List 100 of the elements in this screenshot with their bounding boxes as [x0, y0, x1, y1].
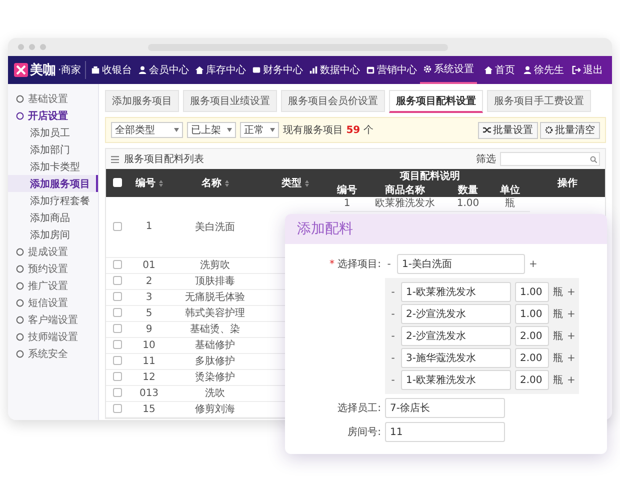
- nav-tab[interactable]: 营销中心: [363, 56, 420, 84]
- table-cell: 1.00: [446, 197, 490, 212]
- tab[interactable]: 添加服务项目: [105, 90, 179, 112]
- tab[interactable]: 服务项目手工费设置: [487, 90, 591, 112]
- add-button[interactable]: +: [567, 352, 575, 364]
- sidebar-item[interactable]: 短信设置: [8, 294, 98, 311]
- nav-tab[interactable]: 数据中心: [306, 56, 364, 84]
- ingredient-field[interactable]: 1-欧莱雅洗发水: [401, 282, 511, 302]
- add-button[interactable]: +: [567, 286, 575, 298]
- table-cell: 9: [146, 324, 152, 334]
- nav-tab[interactable]: 会员中心: [135, 56, 192, 84]
- batch-button[interactable]: 批量清空: [540, 122, 600, 138]
- tab[interactable]: 服务项目业绩设置: [183, 90, 277, 112]
- sidebar-subitem[interactable]: 添加部门: [8, 141, 98, 158]
- add-button[interactable]: +: [567, 308, 575, 320]
- table-cell: 烫染修护: [195, 372, 235, 383]
- quantity-field[interactable]: 2.00: [515, 326, 549, 346]
- add-button[interactable]: +: [567, 374, 575, 386]
- quantity-field[interactable]: 2.00: [515, 348, 549, 368]
- nav-link[interactable]: 退出: [569, 56, 606, 84]
- column-header[interactable]: 名称: [170, 169, 260, 197]
- table-cell: 顶肤排毒: [195, 276, 235, 287]
- sidebar-item[interactable]: 技师端设置: [8, 328, 98, 345]
- ingredient-field[interactable]: 3-施华蔻洗发水: [401, 348, 511, 368]
- remove-button[interactable]: -: [389, 330, 397, 342]
- dropdown[interactable]: 全部类型: [111, 122, 183, 138]
- column-header[interactable]: 编号: [128, 169, 170, 197]
- sidebar-subitem[interactable]: 添加服务项目: [8, 175, 98, 192]
- sidebar-subitem[interactable]: 添加疗程套餐: [8, 192, 98, 209]
- nav-link[interactable]: 徐先生: [520, 56, 567, 84]
- sidebar-subitem[interactable]: 添加商品: [8, 209, 98, 226]
- unit-label: 瓶: [553, 352, 563, 365]
- sidebar-item[interactable]: 基础设置: [8, 90, 98, 107]
- table-cell: 瓶: [490, 197, 530, 212]
- column-header: 商品名称: [364, 183, 446, 197]
- ingredient-field[interactable]: 2-沙宣洗发水: [401, 326, 511, 346]
- sidebar-subitem[interactable]: 添加卡类型: [8, 158, 98, 175]
- sidebar-item[interactable]: 系统安全: [8, 345, 98, 362]
- table-cell: 基础修护: [195, 340, 235, 351]
- column-group-header: 项目配料说明: [330, 169, 530, 183]
- remove-button[interactable]: -: [389, 374, 397, 386]
- input-field[interactable]: 11: [385, 422, 505, 442]
- sidebar-item[interactable]: 预约设置: [8, 260, 98, 277]
- column-header: 操作: [530, 169, 605, 197]
- table-cell: 3: [146, 292, 152, 302]
- table-cell: 洗吹: [205, 388, 225, 399]
- search-label: 筛选: [476, 152, 496, 166]
- input-field[interactable]: 7-徐店长: [385, 398, 505, 418]
- quantity-field[interactable]: 1.00: [515, 282, 549, 302]
- sidebar-item[interactable]: 客户端设置: [8, 311, 98, 328]
- remove-button[interactable]: -: [389, 308, 397, 320]
- table-cell: 15: [142, 404, 156, 414]
- table-cell: 多肽修护: [195, 356, 235, 367]
- field-label: 选择员工:: [338, 403, 381, 414]
- unit-label: 瓶: [553, 330, 563, 343]
- table-cell: 11: [142, 356, 156, 366]
- table-cell: 01: [142, 260, 156, 270]
- field-label: 选择项目:: [338, 259, 381, 270]
- table-cell: 无痛脱毛体验: [185, 292, 245, 303]
- dropdown[interactable]: 已上架: [187, 122, 236, 138]
- table-cell: 12: [142, 372, 156, 382]
- nav-tab[interactable]: 收银台: [88, 56, 136, 84]
- logo-subtitle: ·商家: [58, 64, 82, 77]
- quantity-field[interactable]: 1.00: [515, 304, 549, 324]
- remove-button[interactable]: -: [385, 258, 393, 270]
- sidebar-subitem[interactable]: 添加员工: [8, 124, 98, 141]
- ingredient-field[interactable]: 2-沙宣洗发水: [401, 304, 511, 324]
- logo-text: 美咖: [30, 62, 56, 79]
- table-cell: 美白洗面: [195, 222, 235, 233]
- column-header: 数量: [446, 183, 490, 197]
- add-button[interactable]: +: [567, 330, 575, 342]
- ingredient-field[interactable]: 1-欧莱雅洗发水: [401, 370, 511, 390]
- sidebar-item[interactable]: 提成设置: [8, 243, 98, 260]
- table-cell: 1: [146, 221, 152, 232]
- nav-tab[interactable]: 库存中心: [192, 56, 250, 84]
- project-field[interactable]: 1-美白洗面: [397, 254, 525, 274]
- tab[interactable]: 服务项目会员价设置: [281, 90, 385, 112]
- column-header[interactable]: 类型: [260, 169, 330, 197]
- batch-button[interactable]: 批量设置: [478, 122, 538, 138]
- unit-label: 瓶: [553, 308, 563, 321]
- table-cell: 2: [146, 276, 152, 286]
- table-cell: 修剪刘海: [195, 404, 235, 415]
- nav-link[interactable]: 首页: [481, 56, 518, 84]
- sidebar-subitem[interactable]: 添加房间: [8, 226, 98, 243]
- remove-button[interactable]: -: [389, 286, 397, 298]
- unit-label: 瓶: [553, 374, 563, 387]
- field-label: 房间号:: [348, 427, 381, 438]
- table-cell: 洗剪吹: [200, 260, 230, 271]
- table-cell: 基础烫、染: [190, 324, 240, 335]
- dropdown[interactable]: 正常: [240, 122, 279, 138]
- sidebar-item[interactable]: 开店设置: [8, 107, 98, 124]
- sidebar-item[interactable]: 推广设置: [8, 277, 98, 294]
- tab[interactable]: 服务项目配料设置: [389, 90, 483, 113]
- column-header: 编号: [330, 183, 364, 197]
- nav-tab[interactable]: 财务中心: [249, 56, 306, 84]
- quantity-field[interactable]: 2.00: [515, 370, 549, 390]
- table-cell: 韩式美容护理: [185, 308, 245, 319]
- dialog-title: 添加配料: [285, 214, 607, 244]
- remove-button[interactable]: -: [389, 352, 397, 364]
- add-button[interactable]: +: [529, 258, 537, 270]
